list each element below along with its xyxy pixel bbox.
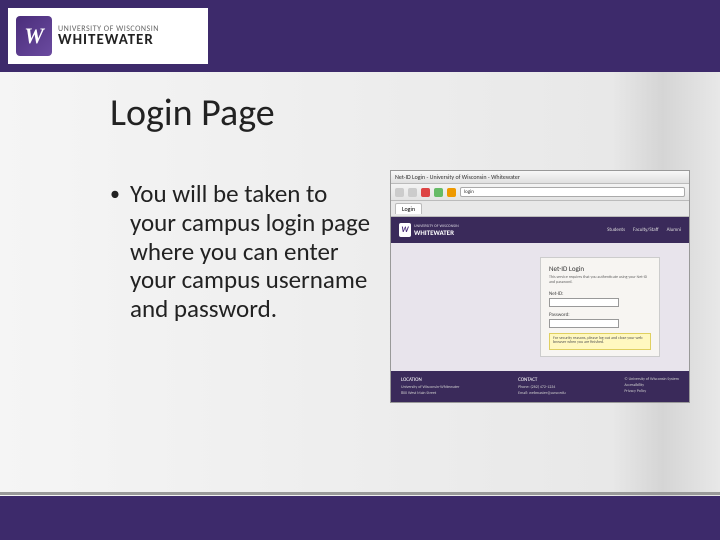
- left-column: Login Page • You will be taken to your c…: [110, 90, 370, 403]
- page-nav: Students Faculty/Staff Alumni: [607, 227, 681, 233]
- logo-text: UNIVERSITY OF WISCONSIN WHITEWATER: [58, 25, 159, 48]
- page-logo: W UNIVERSITY OF WISCONSIN WHITEWATER: [399, 223, 459, 237]
- login-card: Net-ID Login This service requires that …: [540, 257, 660, 357]
- username-label: Net-ID:: [549, 291, 651, 297]
- footer-text: University of Wisconsin-Whitewater: [401, 385, 459, 390]
- browser-toolbar: login: [391, 184, 689, 201]
- page-logo-line1: UNIVERSITY OF WISCONSIN: [414, 225, 459, 229]
- browser-window: Net-ID Login - University of Wisconsin -…: [390, 170, 690, 403]
- login-card-title: Net-ID Login: [549, 264, 651, 273]
- footer-text: © University of Wisconsin System: [624, 377, 679, 382]
- home-icon[interactable]: [447, 188, 456, 197]
- page-header: W UNIVERSITY OF WISCONSIN WHITEWATER Stu…: [391, 217, 689, 243]
- bullet-item: • You will be taken to your campus login…: [110, 180, 370, 324]
- page-logo-mark: W: [399, 223, 411, 237]
- password-input[interactable]: [549, 319, 619, 328]
- address-bar[interactable]: login: [460, 187, 685, 197]
- footer-col-location: LOCATION University of Wisconsin-Whitewa…: [401, 377, 459, 396]
- password-field: Password:: [549, 312, 651, 328]
- browser-titlebar: Net-ID Login - University of Wisconsin -…: [391, 171, 689, 184]
- footer-location-heading: LOCATION: [401, 377, 459, 383]
- forward-icon[interactable]: [408, 188, 417, 197]
- footer-col-contact: CONTACT Phone: (262) 472-1234 Email: web…: [518, 377, 565, 396]
- bullet-text: You will be taken to your campus login p…: [130, 180, 370, 324]
- nav-link-alumni[interactable]: Alumni: [667, 227, 681, 233]
- bottom-band: [0, 496, 720, 540]
- stop-icon[interactable]: [421, 188, 430, 197]
- logo-mark: W: [16, 16, 52, 56]
- back-icon[interactable]: [395, 188, 404, 197]
- slide-content: Login Page • You will be taken to your c…: [0, 72, 720, 403]
- footer-col-legal: © University of Wisconsin System Accessi…: [624, 377, 679, 396]
- page-footer: LOCATION University of Wisconsin-Whitewa…: [391, 371, 689, 402]
- username-input[interactable]: [549, 298, 619, 307]
- footer-text: 800 West Main Street: [401, 391, 459, 396]
- logo-line2: WHITEWATER: [58, 33, 159, 48]
- page-body: Net-ID Login This service requires that …: [391, 243, 689, 371]
- browser-tab[interactable]: Login: [395, 203, 422, 214]
- footer-link[interactable]: Privacy Policy: [624, 389, 679, 394]
- login-page: W UNIVERSITY OF WISCONSIN WHITEWATER Stu…: [391, 217, 689, 402]
- university-logo: W UNIVERSITY OF WISCONSIN WHITEWATER: [8, 8, 208, 64]
- reload-icon[interactable]: [434, 188, 443, 197]
- username-field: Net-ID:: [549, 291, 651, 307]
- login-security-note: For security reasons, please log out and…: [549, 333, 651, 351]
- footer-contact-heading: CONTACT: [518, 377, 565, 383]
- bullet-dot-icon: •: [110, 180, 120, 324]
- footer-text: Phone: (262) 472-1234: [518, 385, 565, 390]
- page-logo-line2: WHITEWATER: [414, 229, 459, 236]
- header-band: W UNIVERSITY OF WISCONSIN WHITEWATER: [0, 0, 720, 72]
- footer-text: Email: webmaster@uww.edu: [518, 391, 565, 396]
- nav-link-students[interactable]: Students: [607, 227, 625, 233]
- browser-tab-row: Login: [391, 201, 689, 217]
- footer-link[interactable]: Accessibility: [624, 383, 679, 388]
- nav-link-faculty[interactable]: Faculty/Staff: [633, 227, 659, 233]
- login-card-desc: This service requires that you authentic…: [549, 276, 651, 286]
- embedded-screenshot: Net-ID Login - University of Wisconsin -…: [390, 170, 690, 403]
- page-logo-text: UNIVERSITY OF WISCONSIN WHITEWATER: [414, 225, 459, 236]
- slide-title: Login Page: [110, 90, 370, 136]
- password-label: Password:: [549, 312, 651, 318]
